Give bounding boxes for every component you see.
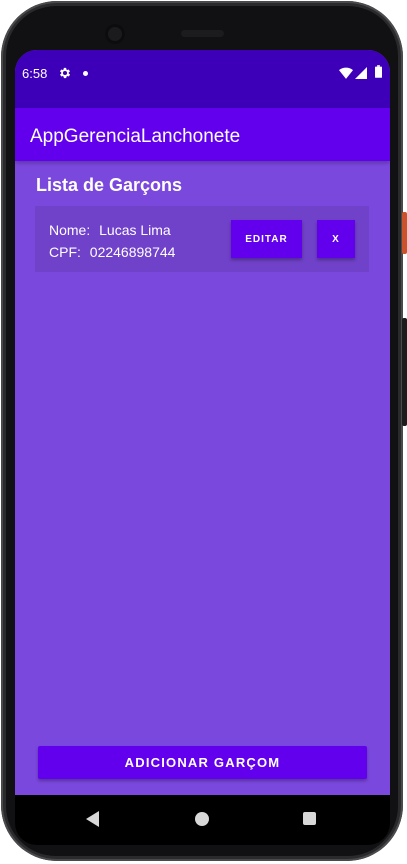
status-time: 6:58: [22, 66, 48, 81]
waiter-cpf-row: CPF: 02246898744: [49, 244, 175, 260]
screen: 6:58 AppGerenciaLanchonete Lista de Garç…: [15, 50, 390, 828]
earpiece-speaker: [181, 30, 224, 37]
device-frame: 6:58 AppGerenciaLanchonete Lista de Garç…: [0, 0, 407, 864]
main-content: Lista de Garçons Nome: Lucas Lima CPF: 0…: [15, 161, 390, 791]
add-waiter-button[interactable]: ADICIONAR GARÇOM: [38, 746, 367, 779]
app-bar: AppGerenciaLanchonete: [15, 108, 390, 161]
battery-icon: [375, 65, 382, 78]
front-camera: [105, 24, 125, 44]
list-item: Nome: Lucas Lima CPF: 02246898744 EDITAR…: [35, 206, 369, 272]
signal-icon: [355, 67, 367, 79]
volume-button: [402, 318, 407, 426]
name-label: Nome:: [49, 222, 91, 238]
waiter-name: Lucas Lima: [99, 222, 171, 238]
navigation-bar: [15, 795, 390, 845]
waiter-name-row: Nome: Lucas Lima: [49, 222, 171, 238]
waiter-cpf: 02246898744: [89, 244, 176, 260]
home-icon[interactable]: [195, 812, 209, 826]
back-icon[interactable]: [86, 811, 99, 827]
edit-button[interactable]: EDITAR: [231, 220, 302, 258]
gear-icon: [59, 67, 71, 79]
status-bar: 6:58: [15, 50, 390, 108]
wifi-icon: [339, 67, 353, 79]
cpf-label: CPF:: [49, 244, 81, 260]
recents-icon[interactable]: [303, 812, 316, 825]
power-button: [402, 212, 407, 254]
notification-dot-icon: [83, 71, 88, 76]
page-title: Lista de Garçons: [36, 175, 183, 195]
delete-button[interactable]: X: [317, 220, 355, 258]
app-title: AppGerenciaLanchonete: [30, 126, 241, 147]
